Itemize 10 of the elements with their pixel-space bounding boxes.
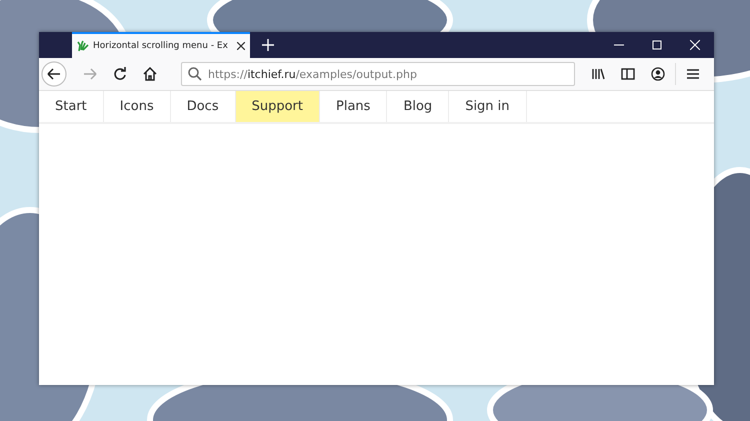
- menu-item[interactable]: Icons: [104, 91, 171, 122]
- menu-item[interactable]: Start: [39, 91, 104, 122]
- browser-tab[interactable]: Horizontal scrolling menu - Ex: [72, 32, 250, 58]
- menu-item[interactable]: Sign in: [449, 91, 527, 122]
- menu-item[interactable]: Plans: [320, 91, 388, 122]
- address-field[interactable]: https://itchief.ru/examples/output.php: [181, 62, 575, 86]
- tab-title: Horizontal scrolling menu - Ex: [93, 41, 228, 51]
- menu-item[interactable]: Blog: [387, 91, 450, 122]
- url-text: https://itchief.ru/examples/output.php: [208, 68, 417, 80]
- menu-item[interactable]: Support: [236, 91, 320, 122]
